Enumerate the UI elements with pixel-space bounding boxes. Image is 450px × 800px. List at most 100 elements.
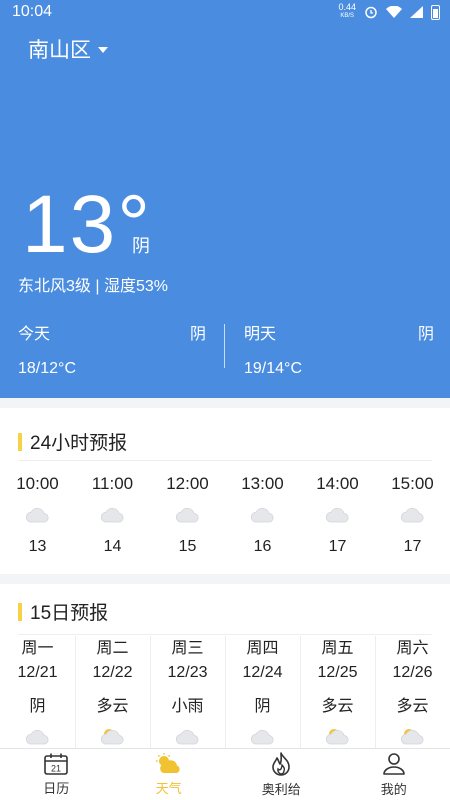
daily-weekday: 周二 [96, 640, 129, 657]
tomorrow-condition: 阴 [417, 326, 434, 343]
tomorrow-summary: 明天 阴 19/14°C [244, 320, 434, 380]
hourly-title: 24小时预报 [18, 428, 127, 455]
cloud-icon [25, 507, 48, 523]
hourly-item: 15:00 17 [375, 474, 450, 556]
daily-weekday: 周三 [171, 640, 204, 657]
bottom-tab-bar: 21 日历 天气 奥利给 我的 [0, 748, 450, 800]
daily-weekday: 周一 [21, 640, 54, 657]
cloud-icon [400, 507, 423, 523]
daily-item: 周四 12/24 阴 [225, 634, 300, 746]
section-divider [18, 460, 432, 461]
flame-icon [272, 751, 291, 776]
daily-date: 12/21 [17, 664, 58, 681]
battery-icon [431, 4, 440, 20]
hourly-time: 11:00 [91, 474, 134, 493]
hourly-time: 12:00 [166, 474, 209, 493]
title-marker [18, 432, 22, 451]
cloud-icon [100, 507, 123, 523]
daily-date: 12/25 [317, 664, 358, 681]
hourly-time: 13:00 [241, 474, 284, 493]
today-condition: 阴 [189, 326, 206, 343]
hourly-temp: 15 [178, 538, 197, 555]
cloud-icon [250, 507, 273, 523]
status-bar: 10:04 0.44 KB/S [0, 0, 450, 24]
cloud-icon [175, 507, 198, 523]
daily-weekday: 周四 [246, 640, 279, 657]
hourly-item: 14:00 17 [300, 474, 375, 556]
tomorrow-label: 明天 [244, 326, 277, 343]
daily-condition: 阴 [29, 698, 46, 715]
cloud-icon [325, 507, 348, 523]
daily-date: 12/24 [242, 664, 283, 681]
daily-date: 12/22 [92, 664, 133, 681]
cloud-icon [250, 729, 273, 745]
wind-humidity: 东北风3级 | 湿度53% [18, 278, 168, 295]
weather-header: 10:04 0.44 KB/S 南山区 13° 阴 东北风3级 | 湿度53% … [0, 0, 450, 398]
daily-title: 15日预报 [18, 598, 108, 625]
hourly-item: 10:00 13 [0, 474, 75, 556]
tab-label: 奥利给 [261, 781, 301, 797]
daily-forecast: 15日预报 周一 12/21 阴 周二 12/22 多云 周三 12/23 小雨 周四 12/24 阴… [0, 584, 450, 750]
tab-label: 我的 [380, 781, 407, 797]
daily-item: 周一 12/21 阴 [0, 634, 75, 746]
user-icon [382, 752, 405, 775]
hourly-forecast: 24小时预报 10:00 13 11:00 14 12:00 15 13:00 16 14:00… [0, 408, 450, 574]
alarm-icon [365, 6, 377, 19]
tab-aoligei[interactable]: 奥利给 [225, 749, 338, 800]
hourly-title-text: 24小时预报 [30, 433, 128, 454]
weather-icon [155, 752, 180, 773]
partly-cloudy-icon [325, 729, 348, 745]
column-divider [150, 636, 151, 750]
wifi-icon [386, 6, 402, 18]
tab-weather[interactable]: 天气 [113, 749, 226, 800]
partly-cloudy-icon [400, 729, 423, 745]
signal-icon [410, 6, 423, 18]
network-speed-unit: KB/S [340, 13, 355, 19]
tab-label: 天气 [155, 780, 182, 796]
location-name: 南山区 [28, 39, 91, 62]
tomorrow-range: 19/14°C [244, 360, 302, 377]
column-divider [300, 636, 301, 750]
hourly-temp: 17 [403, 538, 422, 555]
hourly-temp: 17 [328, 538, 347, 555]
cloud-icon [175, 729, 198, 745]
column-divider [375, 636, 376, 750]
tab-label: 日历 [43, 780, 70, 796]
status-icons: 0.44 KB/S [338, 3, 440, 21]
cloud-icon [25, 729, 48, 745]
hourly-time: 15:00 [391, 474, 434, 493]
daily-condition: 小雨 [171, 698, 204, 715]
daily-condition: 多云 [321, 698, 354, 715]
tab-mine[interactable]: 我的 [338, 749, 450, 800]
today-label: 今天 [18, 326, 51, 343]
daily-item: 周五 12/25 多云 [300, 634, 375, 746]
hourly-item: 12:00 15 [150, 474, 225, 556]
daily-date: 12/26 [392, 664, 433, 681]
partly-cloudy-icon [100, 729, 123, 745]
chevron-down-icon [98, 47, 108, 53]
daily-item: 周六 12/26 多云 [375, 634, 450, 746]
column-divider [75, 636, 76, 750]
network-speed: 0.44 KB/S [338, 3, 356, 21]
hourly-temp: 16 [253, 538, 272, 555]
hourly-item: 13:00 16 [225, 474, 300, 556]
location-selector[interactable]: 南山区 [28, 34, 108, 64]
hourly-time: 10:00 [16, 474, 59, 493]
network-speed-value: 0.44 [338, 2, 356, 12]
hourly-item: 11:00 14 [75, 474, 150, 556]
status-time: 10:04 [12, 3, 53, 20]
daily-weekday: 周六 [396, 640, 429, 657]
daily-item: 周二 12/22 多云 [75, 634, 150, 746]
summary-divider [224, 324, 225, 368]
hourly-time: 14:00 [316, 474, 359, 493]
hourly-temp: 13 [28, 538, 47, 555]
hourly-temp: 14 [103, 538, 122, 555]
daily-title-text: 15日预报 [30, 603, 109, 624]
tab-calendar[interactable]: 21 日历 [0, 749, 113, 800]
today-summary: 今天 阴 18/12°C [18, 320, 206, 380]
daily-date: 12/23 [167, 664, 208, 681]
daily-item: 周三 12/23 小雨 [150, 634, 225, 746]
current-condition: 阴 [132, 236, 150, 256]
calendar-icon: 21 [44, 753, 69, 775]
daily-condition: 阴 [254, 698, 271, 715]
